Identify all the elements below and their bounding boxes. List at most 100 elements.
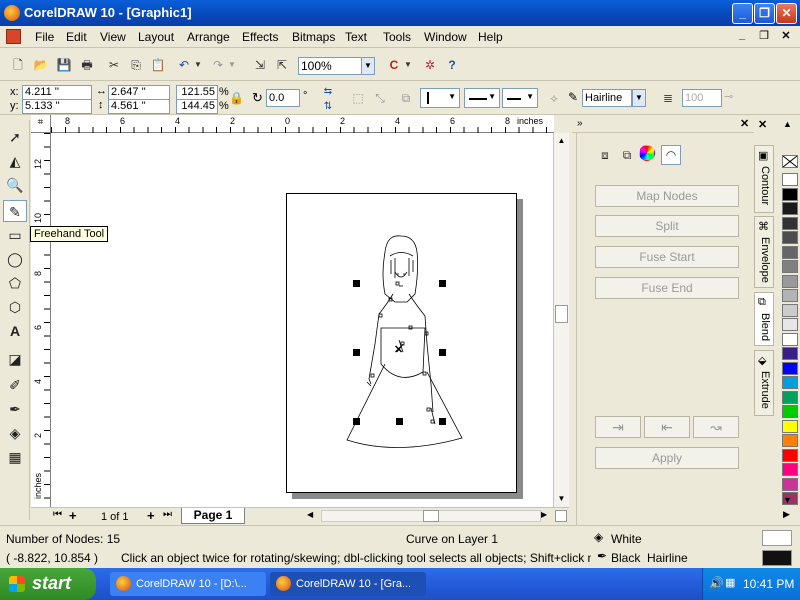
horizontal-ruler[interactable]: 8 6 4 2 0 2 4 6 8 inches (51, 115, 554, 133)
undo-icon[interactable]: ↶ (174, 55, 194, 75)
node-join-icon[interactable]: ⬚ (348, 88, 368, 108)
height-field[interactable]: 4.561 '' (108, 99, 170, 114)
rectangle-tool-icon[interactable]: ▭ (3, 224, 27, 246)
no-color-swatch[interactable] (782, 155, 798, 168)
selection-handle[interactable] (396, 418, 403, 425)
tab-contour[interactable]: ▣ Contour (754, 145, 774, 213)
scale-y-field[interactable]: 144.45 (176, 99, 218, 114)
path-button[interactable]: ↝ (693, 416, 739, 438)
color-swatch[interactable] (782, 463, 798, 476)
export-icon[interactable]: ⇱ (272, 55, 292, 75)
print-icon[interactable]: 🖶 (77, 55, 97, 75)
back-button[interactable]: ⇤ (644, 416, 690, 438)
redo-icon[interactable]: ↷ (208, 55, 228, 75)
color-swatch[interactable] (782, 216, 798, 230)
node-copy-icon[interactable]: ⧉ (617, 145, 637, 165)
wrap-text-icon[interactable]: ⟡ (544, 88, 564, 108)
color-swatch[interactable] (782, 260, 798, 273)
color-swatch[interactable] (782, 318, 798, 331)
scroll-down-button[interactable]: ▼ (554, 491, 569, 507)
add-page-after-icon[interactable]: + (147, 508, 155, 523)
scale-x-field[interactable]: 121.55 (176, 85, 218, 100)
copy-icon[interactable]: ⎘ (126, 55, 146, 75)
menu-view[interactable]: View (100, 30, 126, 44)
doc-minimize-button[interactable]: _ (733, 29, 751, 45)
last-page-icon[interactable]: ⏭ (163, 509, 172, 520)
menu-tools[interactable]: Tools (383, 30, 411, 44)
menu-help[interactable]: Help (478, 30, 503, 44)
launcher-dropdown-icon[interactable]: ▼ (402, 55, 414, 75)
color-wheel-icon[interactable] (639, 145, 655, 161)
minimize-button[interactable]: _ (732, 3, 753, 24)
fill-tool-icon[interactable]: ◈ (3, 422, 27, 444)
docker-tabs-close-icon[interactable]: ✕ (758, 118, 767, 131)
vertical-scrollbar[interactable]: ▲ ▼ (553, 133, 569, 507)
freehand-tool-icon[interactable]: ✎ (3, 200, 27, 222)
paste-icon[interactable]: 📋 (148, 55, 168, 75)
color-swatch[interactable] (782, 347, 798, 360)
lock-ratio-icon[interactable]: 🔒 (228, 88, 244, 108)
color-swatch[interactable] (782, 390, 798, 404)
split-button[interactable]: Split (595, 215, 739, 237)
outline-color-swatch[interactable] (762, 550, 792, 566)
media-icon[interactable]: ▦ (725, 576, 735, 589)
x-position-field[interactable]: 4.211 '' (22, 85, 92, 100)
cut-icon[interactable]: ✂ (104, 55, 124, 75)
menu-edit[interactable]: Edit (66, 30, 87, 44)
map-nodes-button[interactable]: Map Nodes (595, 185, 739, 207)
selection-handle[interactable] (353, 349, 360, 356)
menu-bitmaps[interactable]: Bitmaps (292, 30, 335, 44)
text-tool-icon[interactable]: A (3, 320, 27, 342)
start-button[interactable]: start (0, 568, 96, 600)
basic-shapes-tool-icon[interactable]: ⬡ (3, 296, 27, 318)
selection-handle[interactable] (439, 418, 446, 425)
palette-scroll-up-icon[interactable]: ▲ (783, 119, 792, 129)
redo-dropdown-icon[interactable]: ▼ (226, 55, 238, 75)
open-folder-icon[interactable]: 📂 (31, 55, 51, 75)
vertical-ruler[interactable]: 12 10 8 6 4 2 inches (31, 133, 51, 507)
mirror-horizontal-icon[interactable]: ⇆ (318, 84, 338, 99)
outline-width-dropdown-icon[interactable]: ▼ (632, 89, 646, 107)
document-icon[interactable] (6, 29, 21, 44)
y-position-field[interactable]: 5.133 '' (22, 99, 92, 114)
docker-expand-icon[interactable]: » (577, 118, 583, 129)
tab-extrude[interactable]: ⬙ Extrude (754, 350, 774, 416)
zoom-tool-icon[interactable]: 🔍 (3, 174, 27, 196)
color-swatch[interactable] (782, 376, 798, 389)
selection-handle[interactable] (353, 418, 360, 425)
polygon-tool-icon[interactable]: ⬠ (3, 272, 27, 294)
menu-effects[interactable]: Effects (242, 30, 278, 44)
scroll-right-button[interactable]: ▶ (541, 510, 547, 519)
zoom-level-field[interactable]: 100% (298, 57, 362, 75)
whats-this-icon[interactable]: ? (442, 55, 462, 75)
page-tab[interactable]: Page 1 (181, 508, 245, 524)
selection-handle[interactable] (439, 280, 446, 287)
taskbar-item[interactable]: CorelDRAW 10 - [D:\... (110, 572, 266, 596)
fill-color-swatch[interactable] (762, 530, 792, 546)
convert-curve-icon[interactable]: ⧉ (396, 88, 416, 108)
apply-button[interactable]: Apply (595, 447, 739, 469)
color-swatch[interactable] (782, 289, 798, 302)
palette-scroll-down-icon[interactable]: ▼ (783, 495, 792, 505)
corel-online-icon[interactable]: ✲ (420, 55, 440, 75)
line-style-selector[interactable]: ▼ (464, 88, 500, 108)
ruler-origin[interactable]: ⌗ (31, 115, 51, 133)
first-page-icon[interactable]: ⏮ (53, 509, 62, 520)
color-swatch[interactable] (782, 303, 798, 317)
outline-width-field[interactable]: Hairline (582, 89, 632, 107)
curve-smoothness-icon[interactable]: ≣ (658, 88, 678, 108)
tab-blend[interactable]: ⧉ Blend (754, 292, 774, 346)
interactive-fill-tool-icon[interactable]: ◪ (3, 348, 27, 370)
rotation-angle-field[interactable]: 0.0 (266, 89, 300, 107)
color-swatch[interactable] (782, 419, 798, 433)
menu-window[interactable]: Window (424, 30, 467, 44)
color-swatch[interactable] (782, 187, 798, 201)
color-swatch[interactable] (782, 202, 798, 215)
ellipse-tool-icon[interactable]: ◯ (3, 248, 27, 270)
save-icon[interactable]: 💾 (54, 55, 74, 75)
node-shape-icon[interactable]: ◠ (661, 145, 681, 165)
mirror-vertical-icon[interactable]: ⇅ (318, 99, 338, 114)
width-field[interactable]: 2.647 '' (108, 85, 170, 100)
tab-envelope[interactable]: ⌘ Envelope (754, 216, 774, 288)
color-swatch[interactable] (782, 274, 798, 288)
